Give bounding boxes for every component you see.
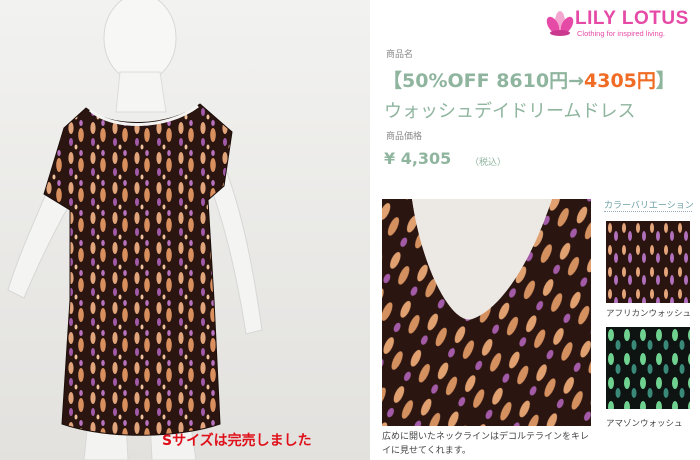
brand-name: LILY LOTUS — [575, 8, 689, 29]
brand-tagline: Clothing for inspired living. — [577, 29, 665, 38]
divider — [604, 211, 692, 212]
sale-price: 4305円 — [584, 70, 656, 92]
sale-close: 】 — [655, 70, 675, 92]
neckline-closeup-illustration — [382, 199, 591, 426]
product-name: ウォッシュデイドリームドレス — [384, 101, 636, 122]
variation-african-wash[interactable] — [606, 221, 690, 303]
mannequin-dress-illustration — [0, 0, 370, 460]
price-label: 商品価格 — [386, 132, 423, 142]
variation-label[interactable]: アフリカンウォッシュ — [606, 307, 691, 319]
product-main-photo — [0, 0, 370, 460]
lotus-flower-icon — [546, 11, 574, 36]
amazon-wash-swatch — [606, 327, 690, 409]
sale-headline: 【50%OFF 8610円→4305円】 — [383, 66, 675, 93]
variation-label[interactable]: アマゾンウォッシュ — [606, 417, 683, 429]
original-price: 8610円 — [496, 70, 569, 92]
price-arrow: → — [568, 70, 585, 92]
tax-note: （税込） — [470, 158, 507, 168]
detail-caption: 広めに開いたネックラインはデコルテラインをキレイに見せてくれます。 — [382, 432, 590, 456]
sale-open: 【50%OFF — [383, 70, 497, 92]
neckline-detail-photo — [382, 199, 591, 426]
soldout-note: Sサイズは完売しました — [162, 433, 312, 449]
variation-amazon-wash[interactable] — [606, 327, 690, 409]
african-wash-swatch — [606, 221, 690, 303]
product-name-label: 商品名 — [386, 50, 414, 60]
product-price: ¥ 4,305 — [384, 149, 452, 168]
color-variation-title: カラーバリエーション — [604, 201, 694, 211]
